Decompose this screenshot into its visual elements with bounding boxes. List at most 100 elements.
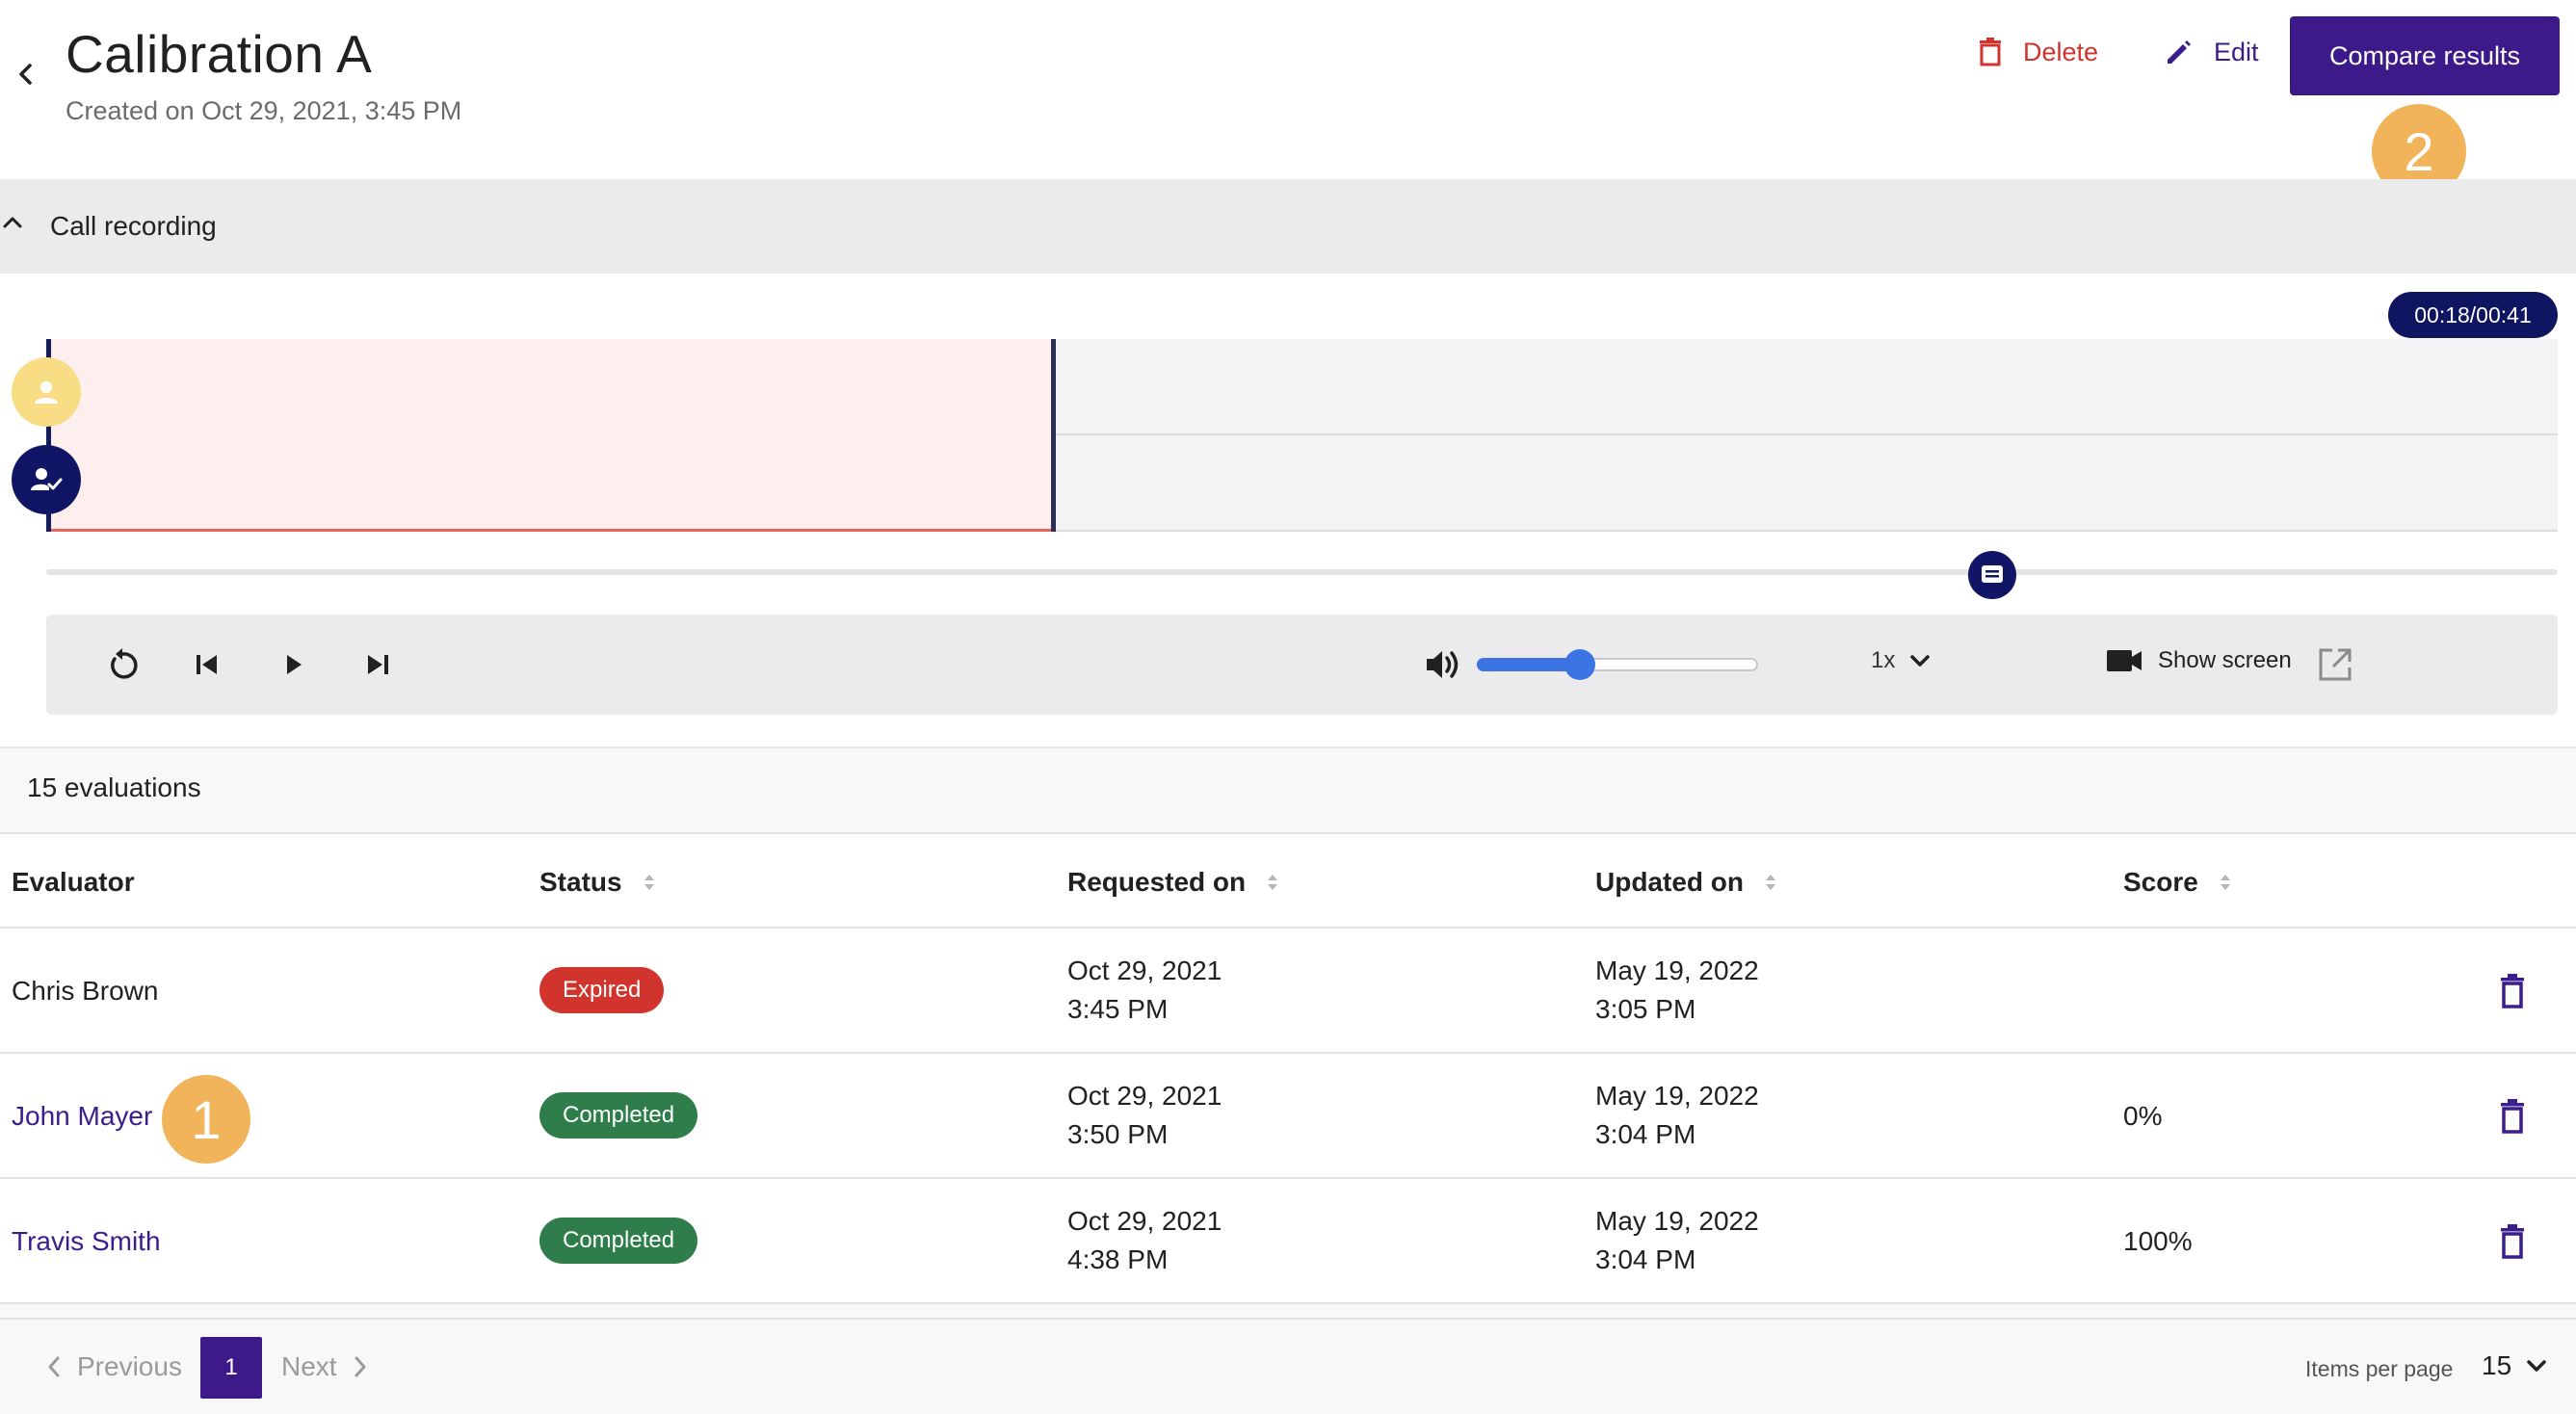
column-header-evaluator: Evaluator [12,867,135,898]
comment-marker[interactable] [1968,551,2016,599]
status-badge: Completed [539,1218,698,1264]
column-header-score[interactable]: Score [2123,867,2233,898]
requested-on: Oct 29, 2021 3:45 PM [1067,952,1222,1029]
agent-avatar [12,445,81,514]
column-header-updated[interactable]: Updated on [1595,867,1778,898]
updated-date: May 19, 2022 [1595,956,1759,985]
chevron-down-icon [1910,655,1931,667]
open-external-icon[interactable] [2316,645,2354,684]
edit-label: Edit [2214,37,2259,66]
play-icon [287,655,302,674]
back-icon[interactable] [12,60,40,89]
next-page-button[interactable]: Next [281,1351,370,1382]
skip-previous-icon [197,655,217,674]
delete-button[interactable]: Delete [1977,37,2098,67]
column-header-requested[interactable]: Requested on [1067,867,1280,898]
delete-row-trash-icon[interactable] [2495,972,2530,1010]
updated-time: 3:04 PM [1595,1119,1696,1149]
updated-date: May 19, 2022 [1595,1081,1759,1111]
playback-speed-value: 1x [1871,647,1896,673]
mute-button[interactable] [1422,643,1464,686]
page-number-current[interactable]: 1 [200,1337,262,1399]
timeline-track[interactable] [46,569,2558,575]
previous-label: Previous [77,1351,182,1381]
requested-time: 3:45 PM [1067,994,1169,1024]
video-camera-icon [2107,650,2142,671]
requested-on: Oct 29, 2021 3:50 PM [1067,1077,1222,1154]
items-per-page-value: 15 [2482,1350,2512,1380]
sort-icon [1766,875,1775,890]
updated-time: 3:04 PM [1595,1244,1696,1274]
items-per-page-select[interactable]: 15 [2482,1350,2548,1381]
requested-date: Oct 29, 2021 [1067,1081,1222,1111]
items-per-page-label: Items per page [2305,1356,2454,1381]
section-title: Call recording [50,211,217,241]
pagination: Previous 1 Next Items per page 15 [0,1318,2576,1414]
compare-results-button[interactable]: Compare results [2290,16,2560,95]
table-header: Evaluator Status Requested on Updated on… [0,834,2576,929]
comment-icon [1982,565,2003,583]
user-check-icon [31,468,63,490]
requested-time: 3:50 PM [1067,1119,1169,1149]
updated-on: May 19, 2022 3:04 PM [1595,1077,1759,1154]
volume-slider-handle[interactable] [1564,649,1595,680]
volume-icon [1427,651,1459,678]
customer-avatar [12,357,81,427]
edit-button[interactable]: Edit [2164,37,2259,67]
playback-speed-select[interactable]: 1x [1871,647,1932,674]
sort-icon [644,875,654,890]
evaluations-table: Evaluator Status Requested on Updated on… [0,832,2576,1304]
requested-on: Oct 29, 2021 4:38 PM [1067,1202,1222,1279]
show-screen-label: Show screen [2158,647,2292,673]
column-header-status[interactable]: Status [539,867,657,898]
evaluator-name: Chris Brown [12,976,159,1006]
delete-row-trash-icon[interactable] [2495,1097,2530,1136]
previous-page-button[interactable]: Previous [44,1351,182,1382]
trash-icon [1980,38,2001,66]
updated-on: May 19, 2022 3:05 PM [1595,952,1759,1029]
chevron-up-icon [3,217,22,228]
requested-date: Oct 29, 2021 [1067,1206,1222,1236]
column-label: Status [539,867,622,897]
page-title: Calibration A [66,24,373,84]
score-value: 0% [2123,1101,2163,1131]
table-row: Travis Smith Completed Oct 29, 2021 4:38… [0,1179,2576,1304]
skip-forward-button[interactable] [356,643,399,686]
column-label: Evaluator [12,867,135,897]
column-label: Score [2123,867,2198,897]
evaluator-name-link[interactable]: John Mayer [12,1097,152,1136]
requested-time: 4:38 PM [1067,1244,1169,1274]
column-label: Updated on [1595,867,1744,897]
updated-time: 3:05 PM [1595,994,1696,1024]
callout-marker-1: 1 [162,1075,250,1164]
score-value: 100% [2123,1226,2193,1256]
call-recording-toggle[interactable]: Call recording [0,179,2576,274]
next-label: Next [281,1351,337,1381]
pencil-icon [2168,40,2191,64]
replay-icon [111,648,138,679]
column-label: Requested on [1067,867,1247,897]
skip-back-button[interactable] [186,643,228,686]
evaluations-count: 15 evaluations [27,772,201,802]
table-row: Chris Brown Expired Oct 29, 2021 3:45 PM… [0,929,2576,1054]
play-button[interactable] [272,643,314,686]
status-badge: Completed [539,1092,698,1139]
skip-next-icon [368,655,388,674]
playhead[interactable] [1051,339,1056,532]
sort-icon [2220,875,2230,890]
user-icon [35,381,58,404]
channel-divider [1054,433,2558,435]
sort-icon [1268,875,1278,890]
evaluator-name-link[interactable]: Travis Smith [12,1222,161,1261]
table-row: John Mayer Completed Oct 29, 2021 3:50 P… [0,1054,2576,1179]
chevron-right-icon [355,1356,366,1377]
requested-date: Oct 29, 2021 [1067,956,1222,985]
waveform-played-region [48,339,1053,532]
updated-on: May 19, 2022 3:04 PM [1595,1202,1759,1279]
show-screen-button[interactable]: Show screen [2106,647,2292,674]
chevron-left-icon [48,1356,60,1377]
delete-row-trash-icon[interactable] [2495,1222,2530,1261]
waveform-bottom-line [1054,530,2558,532]
replay-button[interactable] [101,643,144,686]
status-badge: Expired [539,967,665,1013]
